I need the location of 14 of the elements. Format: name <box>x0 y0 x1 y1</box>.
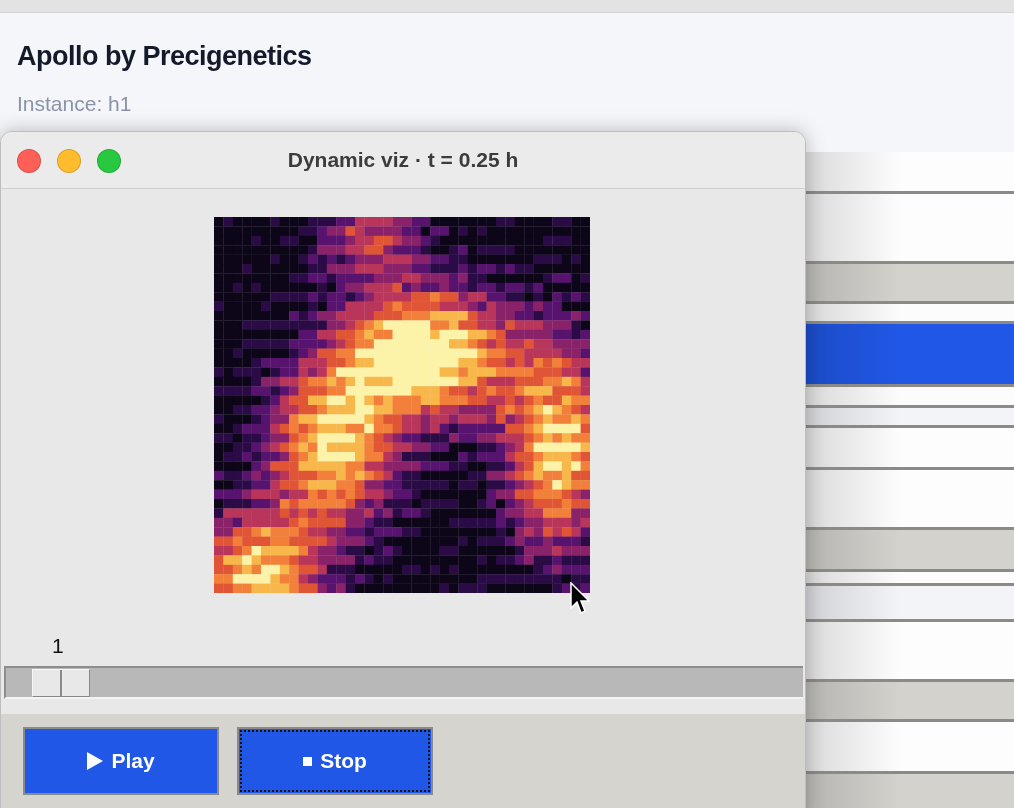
play-button[interactable]: Play <box>23 727 219 795</box>
slider-value: 1 <box>52 634 64 658</box>
stop-icon <box>303 756 313 766</box>
zoom-button[interactable] <box>97 149 121 173</box>
cursor-icon <box>570 582 590 616</box>
app-title: Apollo by Precigenetics <box>17 41 313 72</box>
play-icon <box>87 752 104 770</box>
slider-thumb[interactable] <box>31 669 90 697</box>
close-button[interactable] <box>17 149 41 173</box>
instance-label: Instance: h1 <box>17 92 133 116</box>
minimize-button[interactable] <box>57 149 81 173</box>
window-title: Dynamic viz · t = 0.25 h <box>287 148 519 172</box>
stop-button[interactable]: Stop <box>237 727 433 795</box>
slider-track[interactable] <box>4 666 803 699</box>
